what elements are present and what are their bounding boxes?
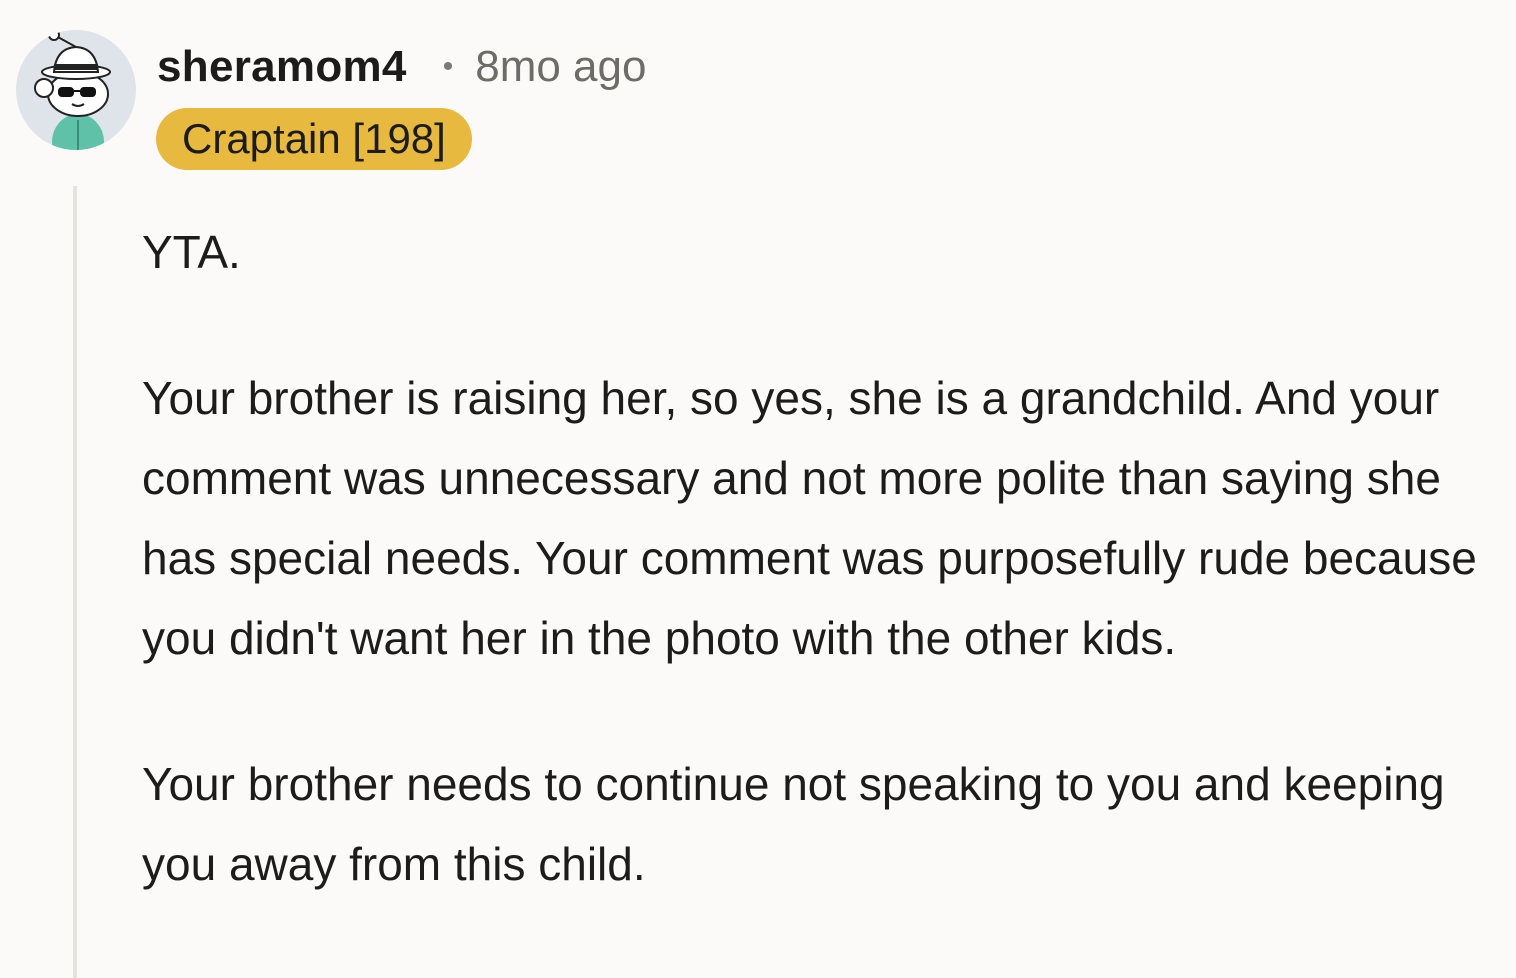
comment: sheramom4 • 8mo ago Craptain [198] YTA. … <box>0 0 1516 978</box>
user-flair-badge: Craptain [198] <box>156 108 472 170</box>
comment-paragraph: Your brother needs to continue not speak… <box>142 758 1445 890</box>
comment-body: YTA. Your brother is raising her, so yes… <box>142 212 1514 970</box>
meta-separator: • <box>442 50 454 83</box>
author-username[interactable]: sheramom4 <box>157 42 407 92</box>
comment-timestamp[interactable]: 8mo ago <box>475 42 646 92</box>
thread-line[interactable] <box>73 186 77 978</box>
comment-paragraph: Your brother is raising her, so yes, she… <box>142 372 1477 664</box>
snoo-avatar-icon <box>16 30 136 150</box>
comment-paragraph: YTA. <box>142 226 241 278</box>
comment-meta: sheramom4 • 8mo ago <box>157 38 646 96</box>
user-avatar[interactable] <box>16 30 136 150</box>
